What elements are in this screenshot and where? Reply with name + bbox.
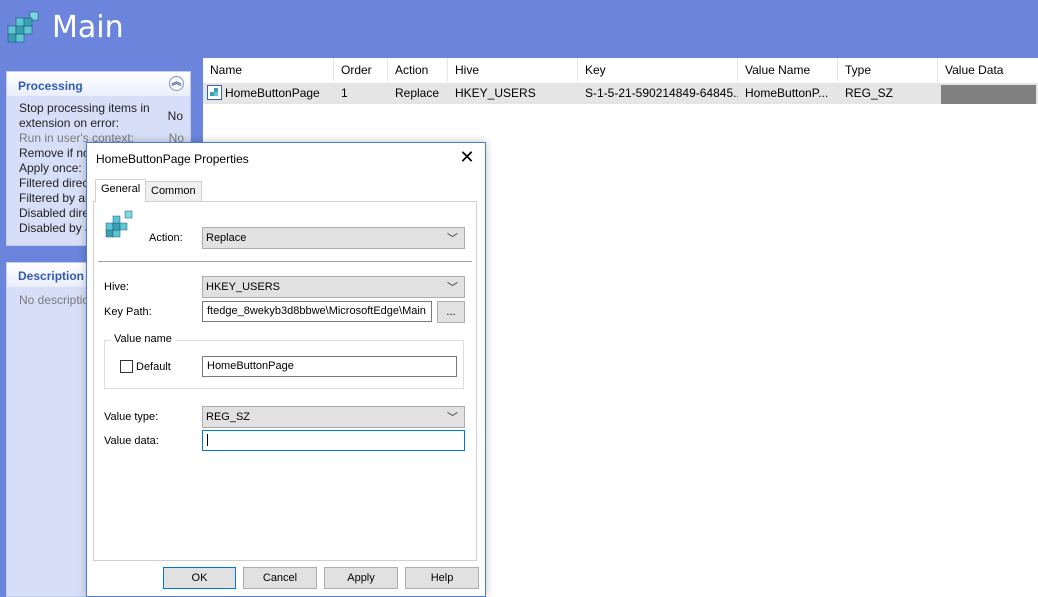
tab-general[interactable]: General (95, 179, 147, 202)
cell-name: HomeButtonPage (203, 83, 334, 104)
value-name-group: Value name Default HomeButtonPage (104, 333, 464, 389)
hive-label: Hive: (104, 281, 130, 293)
text-cursor (207, 434, 208, 446)
processing-row-label: Disabled by a (19, 221, 92, 235)
description-title: Description (18, 269, 85, 283)
divider (98, 261, 472, 262)
processing-row-label: Stop processing items in extension on er… (19, 101, 150, 130)
value-name-group-title: Value name (111, 333, 175, 345)
value-name-input[interactable]: HomeButtonPage (202, 356, 457, 377)
processing-row-value: No (167, 109, 183, 123)
column-header-type[interactable]: Type (838, 58, 938, 82)
value-data-label: Value data: (104, 435, 159, 447)
processing-row: Stop processing items in extension on er… (7, 101, 183, 131)
browse-button[interactable]: ... (437, 301, 465, 323)
value-type-select[interactable]: REG_SZ ﹀ (202, 406, 465, 428)
cell-name-text: HomeButtonPage (225, 86, 320, 100)
key-path-label: Key Path: (104, 306, 152, 318)
registry-cubes-icon (4, 8, 44, 53)
registry-cubes-icon (104, 210, 138, 247)
column-header-name[interactable]: Name (203, 58, 334, 82)
default-label: Default (136, 361, 171, 373)
dialog-title: HomeButtonPage Properties (96, 152, 249, 166)
column-header-hive[interactable]: Hive (448, 58, 578, 82)
processing-header[interactable]: Processing ︽ (7, 72, 190, 96)
processing-row-label: Remove if no (19, 146, 90, 160)
processing-row-label: Disabled direc (19, 206, 96, 220)
apply-button[interactable]: Apply (324, 567, 398, 589)
action-select-value: Replace (206, 232, 247, 244)
column-header-order[interactable]: Order (334, 58, 388, 82)
hive-select[interactable]: HKEY_USERS ﹀ (202, 276, 465, 298)
value-data-input[interactable] (202, 430, 465, 451)
collapse-icon[interactable]: ︽ (169, 76, 184, 91)
cell-value-name: HomeButtonP... (745, 86, 829, 100)
properties-dialog: HomeButtonPage Properties ✕ General Comm… (86, 142, 486, 597)
processing-row-label: Filtered direc (19, 176, 89, 190)
column-header-value-data[interactable]: Value Data (938, 58, 1038, 82)
processing-row-label: Filtered by ar (19, 191, 90, 205)
cell-order: 1 (341, 86, 348, 100)
chevron-down-icon: ﹀ (447, 412, 458, 424)
processing-title: Processing (18, 79, 83, 93)
chevron-down-icon: ﹀ (447, 233, 458, 245)
column-header-key[interactable]: Key (578, 58, 738, 82)
hive-select-value: HKEY_USERS (206, 281, 280, 293)
key-path-input[interactable]: ftedge_8wekyb3d8bbwe\MicrosoftEdge\Main (202, 301, 432, 322)
chevron-down-icon: ﹀ (447, 282, 458, 294)
cell-action: Replace (395, 86, 440, 100)
ok-button[interactable]: OK (163, 567, 236, 589)
cell-type: REG_SZ (845, 86, 894, 100)
cell-key: S-1-5-21-590214849-64845... (585, 86, 738, 100)
cell-value-data (941, 83, 1036, 104)
tab-common[interactable]: Common (145, 181, 202, 201)
cell-hive: HKEY_USERS (455, 86, 536, 100)
column-header-action[interactable]: Action (388, 58, 448, 82)
value-type-select-value: REG_SZ (206, 411, 251, 423)
help-button[interactable]: Help (405, 567, 479, 589)
processing-row-label: Apply once: (19, 161, 82, 175)
registry-item-icon (207, 85, 222, 104)
cancel-button[interactable]: Cancel (243, 567, 317, 589)
general-tab-panel: Action: Replace ﹀ Hive: HKEY_USERS ﹀ Key… (93, 201, 477, 561)
action-label: Action: (149, 232, 183, 244)
table-row[interactable]: HomeButtonPage 1 Replace HKEY_USERS S-1-… (203, 83, 1038, 104)
page-title: Main (52, 10, 124, 45)
column-header-value-name[interactable]: Value Name (738, 58, 838, 82)
value-type-label: Value type: (104, 411, 159, 423)
value-data-redacted (941, 85, 1036, 104)
close-icon[interactable]: ✕ (457, 147, 477, 168)
list-header: Name Order Action Hive Key Value Name Ty… (203, 58, 1038, 82)
default-checkbox[interactable] (120, 360, 133, 373)
action-select[interactable]: Replace ﹀ (202, 227, 465, 249)
header-bar: Main (0, 0, 1038, 58)
items-list: Name Order Action Hive Key Value Name Ty… (203, 58, 1038, 104)
